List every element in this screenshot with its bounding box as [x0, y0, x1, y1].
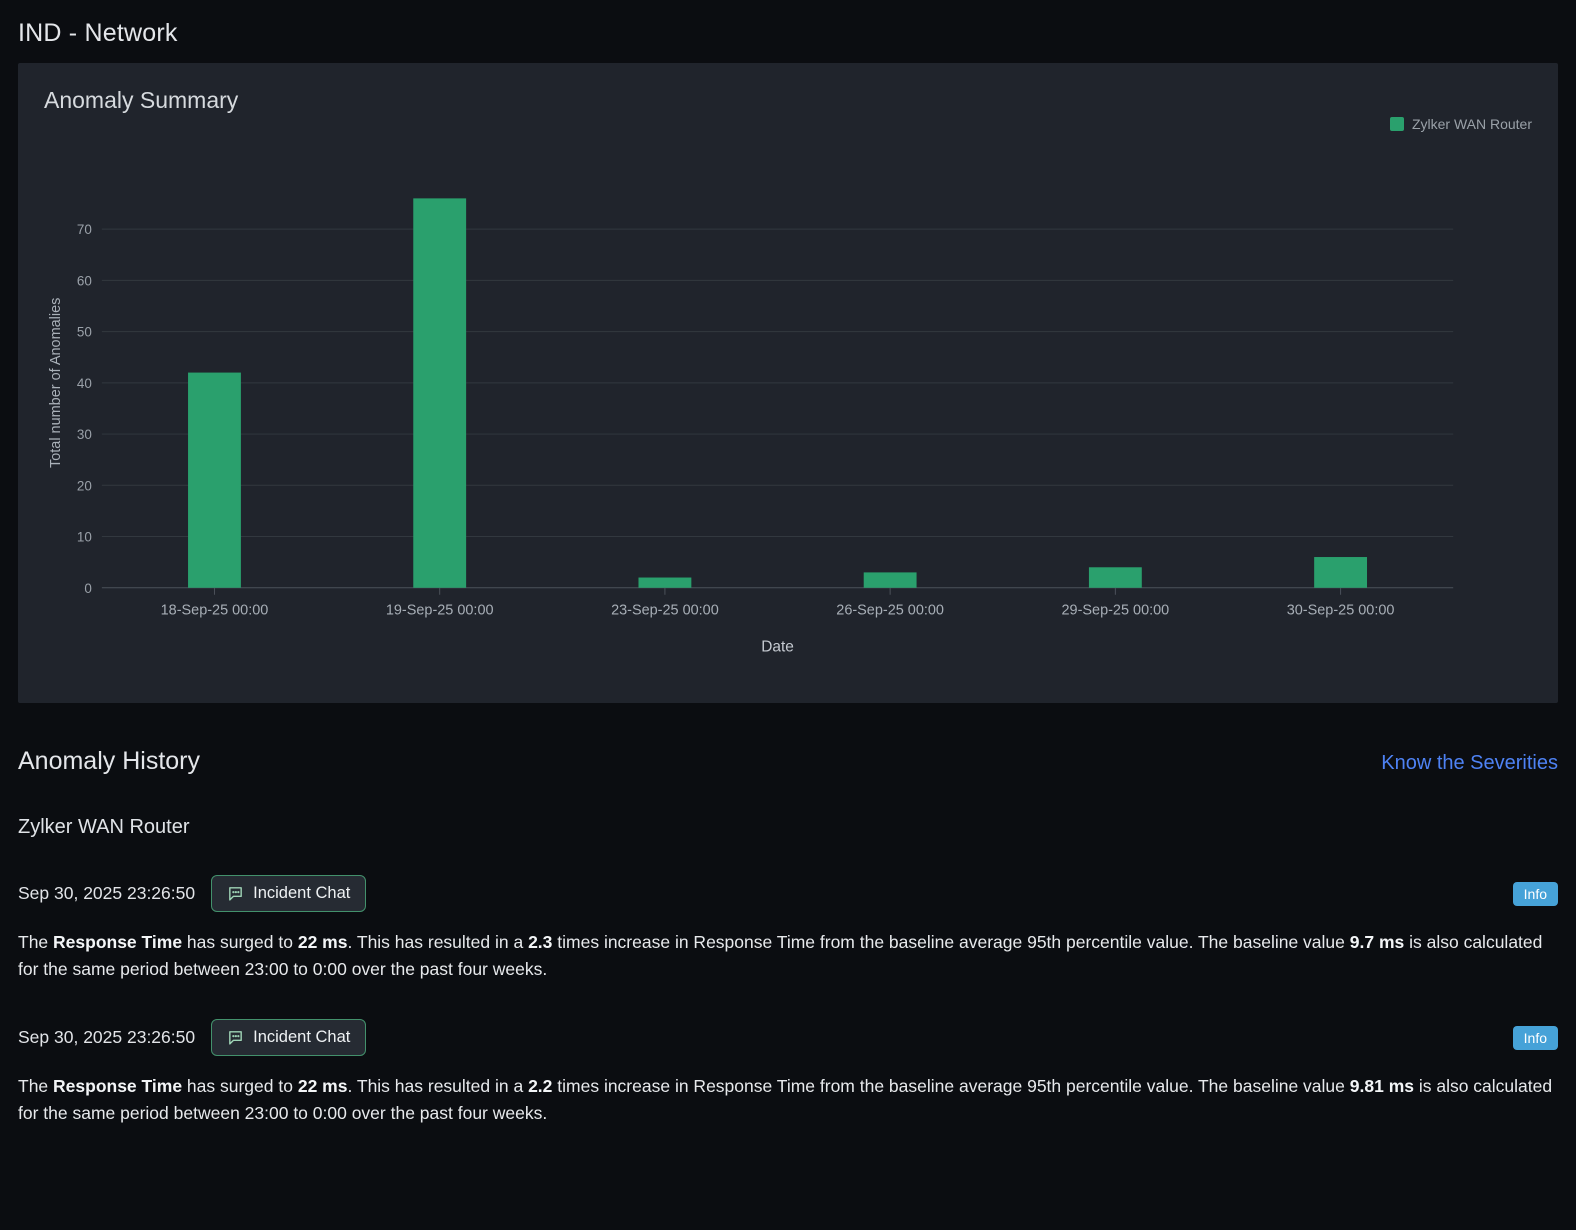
svg-text:23-Sep-25 00:00: 23-Sep-25 00:00	[611, 603, 719, 619]
entry-message: The Response Time has surged to 22 ms. T…	[18, 932, 1543, 980]
page-title: IND - Network	[18, 19, 178, 47]
svg-text:30-Sep-25 00:00: 30-Sep-25 00:00	[1287, 603, 1395, 619]
svg-text:70: 70	[77, 222, 92, 237]
svg-text:Date: Date	[761, 639, 794, 656]
svg-text:0: 0	[84, 581, 91, 596]
anomaly-bar-chart: 0 10 20 30 40 50 60 70 18-Sep-25 00:00 19-Sep-25 …	[44, 134, 1532, 670]
svg-text:60: 60	[77, 273, 92, 288]
chart-legend-item[interactable]: Zylker WAN Router	[1389, 116, 1532, 132]
svg-text:50: 50	[77, 325, 92, 340]
anomaly-summary-panel: Anomaly Summary Zylker WAN Router 0 10 20 3…	[18, 63, 1558, 703]
severity-badge: Info	[1512, 1025, 1558, 1050]
chart-legend-row: Zylker WAN Router	[44, 116, 1532, 132]
chat-icon	[229, 1031, 242, 1045]
device-name: Zylker WAN Router	[18, 816, 190, 838]
incident-chat-button[interactable]: Incident Chat	[211, 875, 367, 912]
anomaly-entry-header: Sep 30, 2025 23:26:50 Incident Chat Info	[18, 875, 1558, 912]
anomaly-entry-header: Sep 30, 2025 23:26:50 Incident Chat Info	[18, 1019, 1558, 1057]
anomaly-entry: Sep 30, 2025 23:26:50 Incident Chat Info…	[18, 875, 1558, 983]
svg-text:26-Sep-25 00:00: 26-Sep-25 00:00	[836, 603, 944, 619]
know-the-severities-link[interactable]: Know the Severities	[1381, 752, 1558, 775]
chat-icon	[229, 887, 242, 901]
severity-badge: Info	[1512, 881, 1558, 906]
incident-chat-label: Incident Chat	[253, 884, 351, 902]
svg-text:40: 40	[77, 376, 92, 391]
anomaly-summary-title: Anomaly Summary	[44, 87, 239, 113]
svg-text:Total number of Anomalies: Total number of Anomalies	[48, 298, 64, 468]
anomaly-history-header: Anomaly History Know the Severities	[18, 747, 1558, 776]
incident-chat-button[interactable]: Incident Chat	[211, 1019, 367, 1057]
svg-text:29-Sep-25 00:00: 29-Sep-25 00:00	[1062, 603, 1170, 619]
anomaly-history-title: Anomaly History	[18, 747, 200, 775]
svg-text:20: 20	[77, 478, 92, 493]
entry-timestamp: Sep 30, 2025 23:26:50	[18, 1027, 196, 1048]
page: IND - Network Anomaly Summary Zylker WAN…	[0, 0, 1576, 1158]
entry-timestamp: Sep 30, 2025 23:26:50	[18, 883, 196, 903]
legend-swatch	[1389, 117, 1404, 131]
anomaly-entry-list: Sep 30, 2025 23:26:50 Incident Chat Info…	[18, 875, 1558, 1128]
entry-message: The Response Time has surged to 22 ms. T…	[18, 1076, 1553, 1124]
svg-text:10: 10	[77, 530, 92, 545]
incident-chat-label: Incident Chat	[253, 1028, 351, 1047]
svg-text:19-Sep-25 00:00: 19-Sep-25 00:00	[386, 603, 494, 619]
legend-label: Zylker WAN Router	[1411, 116, 1532, 132]
anomaly-entry: Sep 30, 2025 23:26:50 Incident Chat Info…	[18, 1019, 1558, 1127]
svg-text:18-Sep-25 00:00: 18-Sep-25 00:00	[161, 603, 269, 619]
svg-text:30: 30	[77, 427, 92, 442]
